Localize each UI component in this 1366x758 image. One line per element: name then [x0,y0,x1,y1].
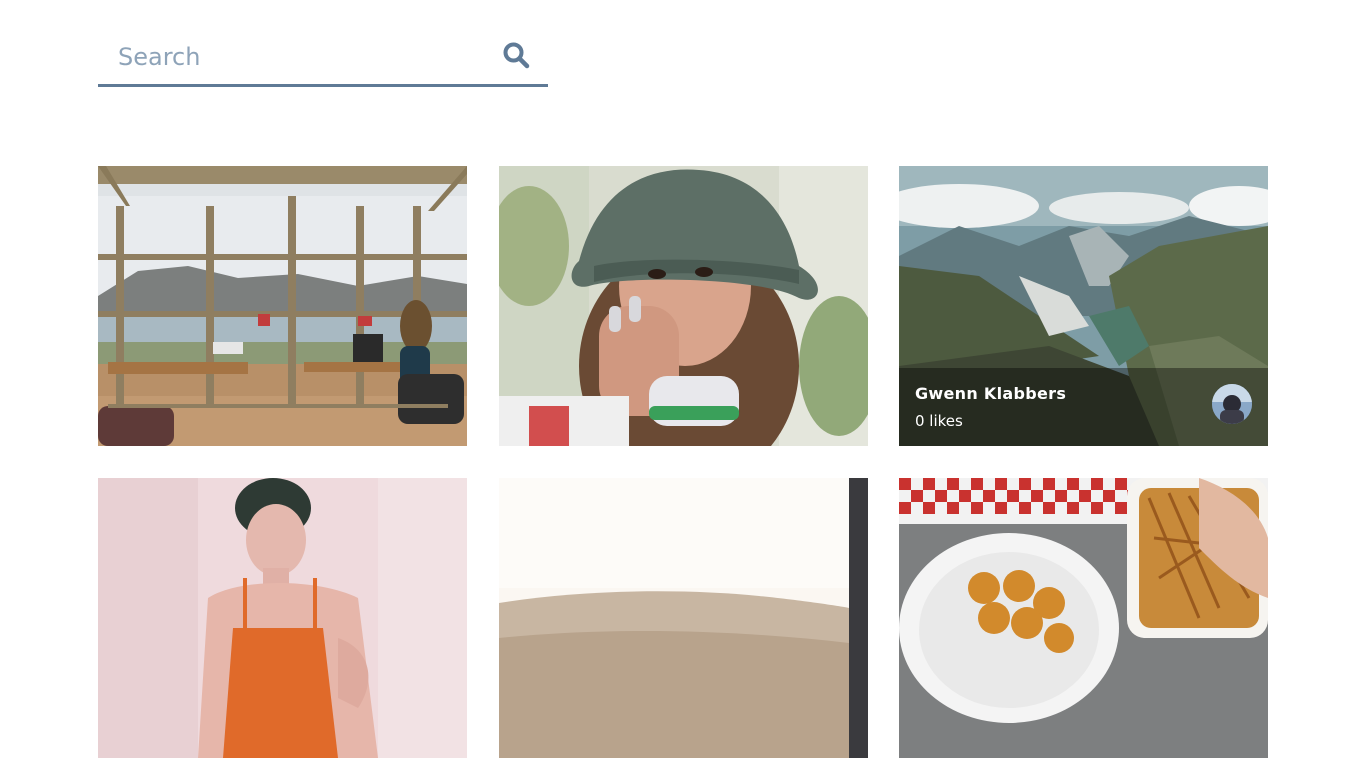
photo-orange-top [98,478,467,758]
photo-card-bucket-hat[interactable] [499,166,868,446]
photo-likes-count: 0 likes [915,412,963,430]
photo-card-nuggets[interactable] [899,478,1268,758]
search-icon[interactable] [502,41,530,69]
photo-card-mountain[interactable]: Gwenn Klabbers 0 likes [899,166,1268,446]
photo-workspace [98,166,467,446]
photo-author-name[interactable]: Gwenn Klabbers [915,384,1066,403]
photo-dunes [499,478,868,758]
photo-card-orange-top[interactable] [98,478,467,758]
search-bar [98,30,548,87]
search-input[interactable] [98,30,488,84]
photo-info-overlay: Gwenn Klabbers 0 likes [899,368,1268,446]
photo-card-workspace[interactable] [98,166,467,446]
photo-bucket-hat [499,166,868,446]
photo-card-dunes[interactable] [499,478,868,758]
photo-nuggets [899,478,1268,758]
avatar[interactable] [1212,384,1252,424]
